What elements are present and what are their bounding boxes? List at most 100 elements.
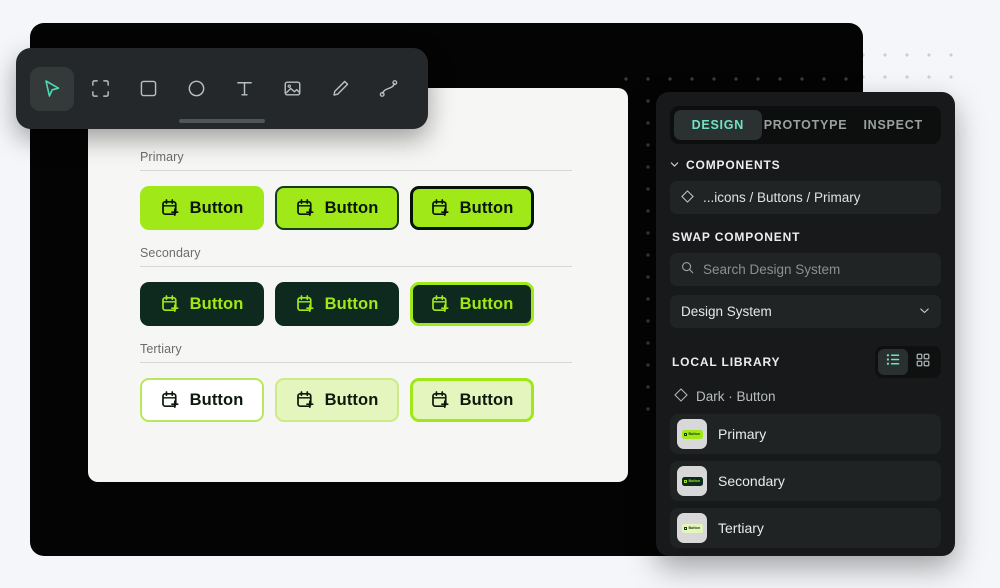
tool-frame[interactable] [78, 67, 122, 111]
library-item-label: Secondary [718, 473, 785, 489]
image-icon [282, 78, 303, 99]
chevron-down-icon [670, 158, 679, 172]
library-item[interactable]: Button Secondary [670, 461, 941, 501]
calendar-plus-icon [161, 198, 181, 218]
tab-inspect[interactable]: INSPECT [849, 110, 937, 140]
rectangle-icon [138, 78, 159, 99]
path-icon [378, 78, 399, 99]
tool-move[interactable] [30, 66, 74, 111]
button-label: Button [189, 198, 244, 217]
calendar-plus-icon [431, 198, 451, 218]
panel-tabs: DESIGN PROTOTYPE INSPECT [670, 106, 941, 144]
component-thumbnail: Button [677, 513, 707, 543]
button-label: Button [189, 294, 244, 313]
specimen-button[interactable]: Button [275, 282, 399, 326]
swap-component-label: SWAP COMPONENT [672, 230, 801, 244]
search-icon [681, 261, 694, 279]
background-dot-pattern-light [848, 40, 958, 84]
specimen-button[interactable]: Button [275, 378, 399, 422]
text-icon [234, 78, 255, 99]
search-design-system-field[interactable] [670, 253, 941, 286]
grid-view-icon [916, 353, 930, 372]
specimen-button[interactable]: Button [140, 378, 264, 422]
library-item-label: Primary [718, 426, 767, 442]
calendar-plus-icon [431, 390, 451, 410]
design-system-select[interactable]: Design System [670, 295, 941, 328]
calendar-plus-icon [431, 199, 449, 216]
specimen-button[interactable]: Button [140, 282, 264, 326]
chevron-down-icon [919, 304, 930, 319]
calendar-plus-icon [431, 391, 449, 408]
specimen-button[interactable]: Button [410, 378, 534, 422]
tab-prototype[interactable]: PROTOTYPE [762, 110, 850, 140]
calendar-plus-icon [296, 198, 316, 218]
group-label: Secondary [140, 246, 201, 260]
calendar-plus-icon [161, 294, 181, 314]
tool-rectangle[interactable] [126, 67, 170, 111]
list-view-icon [886, 353, 901, 371]
selected-component-label: ...icons / Buttons / Primary [703, 190, 861, 205]
tool-ellipse[interactable] [174, 67, 218, 111]
calendar-plus-icon [431, 294, 451, 314]
calendar-plus-icon [161, 199, 179, 216]
library-item[interactable]: Button Primary [670, 414, 941, 454]
button-label: Button [459, 390, 514, 409]
calendar-plus-icon [296, 294, 316, 314]
frame-icon [90, 78, 111, 99]
design-toolbar [16, 48, 428, 129]
components-section-header[interactable]: COMPONENTS [670, 158, 941, 172]
button-group: Secondary Button Button Button [140, 246, 572, 326]
tool-pen[interactable] [318, 67, 362, 111]
tool-image[interactable] [270, 67, 314, 111]
diamond-component-icon [681, 189, 694, 206]
design-system-select-value: Design System [681, 304, 772, 319]
calendar-plus-icon [296, 390, 316, 410]
button-row: Button Button Button [140, 186, 572, 230]
artboard: Primary Button Button Button Secondary Button… [88, 88, 628, 482]
button-row: Button Button Button [140, 282, 572, 326]
group-divider [140, 362, 572, 363]
library-group-row[interactable]: Dark · Button [670, 388, 941, 414]
toolbar-drag-handle[interactable] [179, 119, 265, 123]
component-thumbnail: Button [677, 466, 707, 496]
button-label: Button [324, 390, 379, 409]
group-divider [140, 266, 572, 267]
button-label: Button [324, 198, 379, 217]
button-label: Button [189, 390, 244, 409]
list-view-button[interactable] [878, 349, 908, 375]
component-thumbnail: Button [677, 419, 707, 449]
button-group: Primary Button Button Button [140, 150, 572, 230]
calendar-plus-icon [161, 391, 179, 408]
diamond-component-icon [674, 388, 688, 405]
local-library-header: LOCAL LIBRARY [670, 346, 941, 378]
button-row: Button Button Button [140, 378, 572, 422]
calendar-plus-icon [161, 295, 179, 312]
calendar-plus-icon [161, 390, 181, 410]
group-label: Primary [140, 150, 184, 164]
calendar-plus-icon [296, 199, 314, 216]
button-label: Button [459, 294, 514, 313]
library-group-label: Dark · Button [696, 389, 776, 404]
specimen-button[interactable]: Button [275, 186, 399, 230]
tab-design[interactable]: DESIGN [674, 110, 762, 140]
view-mode-toggle [875, 346, 941, 378]
group-divider [140, 170, 572, 171]
library-item[interactable]: Button Tertiary [670, 508, 941, 548]
cursor-icon [41, 78, 63, 100]
components-section-label: COMPONENTS [686, 158, 781, 172]
calendar-plus-icon [431, 295, 449, 312]
button-label: Button [324, 294, 379, 313]
specimen-button[interactable]: Button [410, 282, 534, 326]
search-input[interactable] [703, 262, 930, 277]
group-label: Tertiary [140, 342, 182, 356]
button-group: Tertiary Button Button Button [140, 342, 572, 422]
grid-view-button[interactable] [908, 349, 938, 375]
tool-text[interactable] [222, 67, 266, 111]
properties-panel: DESIGN PROTOTYPE INSPECT COMPONENTS ...ico… [656, 92, 955, 556]
library-item-label: Tertiary [718, 520, 764, 536]
calendar-plus-icon [296, 295, 314, 312]
specimen-button[interactable]: Button [410, 186, 534, 230]
selected-component-chip[interactable]: ...icons / Buttons / Primary [670, 181, 941, 214]
tool-path[interactable] [366, 67, 410, 111]
specimen-button[interactable]: Button [140, 186, 264, 230]
